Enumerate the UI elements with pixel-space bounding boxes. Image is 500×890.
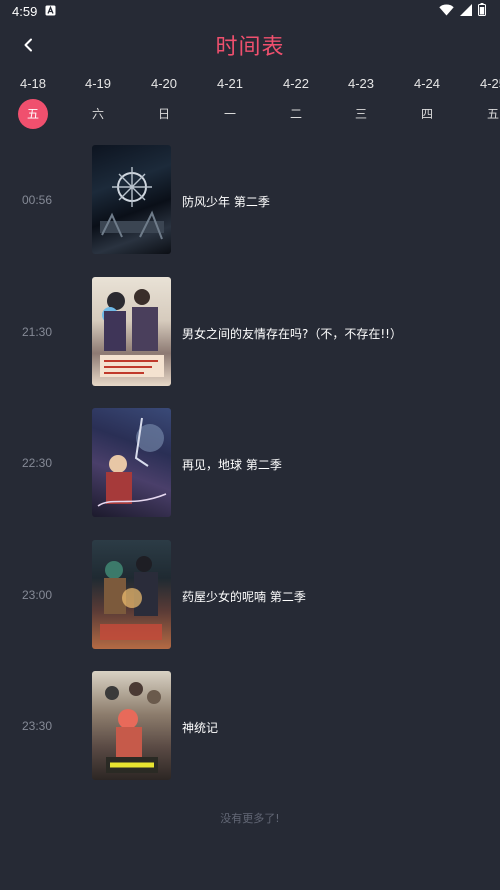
date-label: 4-22 [282, 76, 310, 91]
date-label: 4-23 [347, 76, 375, 91]
anime-title: 再见，地球 第二季 [182, 458, 282, 473]
air-time: 23:30 [21, 719, 53, 734]
anime-poster[interactable] [92, 408, 171, 518]
anime-title: 防风少年 第二季 [182, 195, 270, 209]
date-tab[interactable]: 4-22 二 [268, 70, 324, 130]
signal-icon [460, 3, 472, 19]
date-label: 4-19 [84, 76, 112, 91]
anime-poster[interactable] [92, 276, 171, 386]
date-strip[interactable]: 4-18 五 4-19 六 4-20 日 4-21 一 4-22 二 4-23 … [0, 70, 500, 130]
schedule-item[interactable]: 00:56 防风少年 第二季 [0, 145, 500, 277]
weekday-label: 四 [420, 107, 433, 121]
anime-poster[interactable] [92, 145, 171, 254]
header: 时间表 [0, 22, 500, 70]
air-time: 21:30 [21, 324, 53, 339]
wifi-icon [439, 4, 454, 19]
schedule-item[interactable]: 21:30 男女之间的友情存在吗?（不，不存在!!） [0, 276, 500, 409]
status-bar: 4:59 [0, 0, 500, 22]
date-tab[interactable]: 4-23 三 [333, 70, 389, 130]
status-right [439, 3, 486, 19]
date-label: 4-24 [413, 76, 441, 91]
page-title: 时间表 [215, 35, 285, 60]
schedule-list: 00:56 防风少年 第二季 21:30 男女之间的友情存在吗?（不，不存在!!… [0, 145, 500, 803]
date-label: 4-25 [479, 76, 500, 91]
weekday-label: 一 [223, 107, 236, 121]
weekday-label: 五 [486, 107, 499, 121]
air-time: 00:56 [21, 193, 53, 207]
anime-title: 神统记 [182, 721, 219, 736]
anime-title: 男女之间的友情存在吗?（不，不存在!!） [182, 326, 402, 341]
date-tab[interactable]: 4-24 四 [399, 70, 455, 130]
battery-icon [478, 3, 486, 19]
anime-title: 药屋少女的呢喃 第二季 [182, 589, 306, 604]
date-label: 4-18 [19, 76, 47, 91]
poster-art [97, 418, 167, 507]
anime-poster[interactable] [92, 539, 171, 649]
schedule-item[interactable]: 23:30 神统记 [0, 671, 500, 803]
status-time: 4:59 [12, 3, 38, 19]
air-time: 22:30 [21, 456, 53, 471]
date-tab[interactable]: 4-20 日 [136, 70, 192, 130]
weekday-label: 日 [157, 107, 170, 121]
poster-art [100, 288, 164, 377]
date-tab[interactable]: 4-18 五 [5, 70, 61, 130]
anime-poster[interactable] [92, 671, 171, 781]
poster-art [100, 555, 162, 640]
schedule-item[interactable]: 22:30 再见，地球 第二季 [0, 408, 500, 540]
weekday-label: 二 [289, 107, 302, 121]
date-tab[interactable]: 4-21 一 [202, 70, 258, 130]
schedule-item[interactable]: 23:00 药屋少女的呢喃 第二季 [0, 539, 500, 672]
air-time: 23:00 [21, 587, 53, 602]
no-more-text: 没有更多了! [220, 812, 280, 825]
date-tab[interactable]: 4-25 五 [465, 70, 500, 130]
weekday-label: 六 [91, 107, 104, 121]
a-letter-icon [45, 4, 56, 19]
status-left: 4:59 [12, 4, 56, 19]
weekday-label: 三 [354, 107, 367, 121]
poster-art [105, 682, 161, 774]
date-tab[interactable]: 4-19 六 [70, 70, 126, 130]
date-label: 4-20 [150, 76, 178, 91]
weekday-label: 五 [18, 99, 48, 129]
poster-art [100, 167, 164, 240]
date-label: 4-21 [216, 76, 244, 91]
